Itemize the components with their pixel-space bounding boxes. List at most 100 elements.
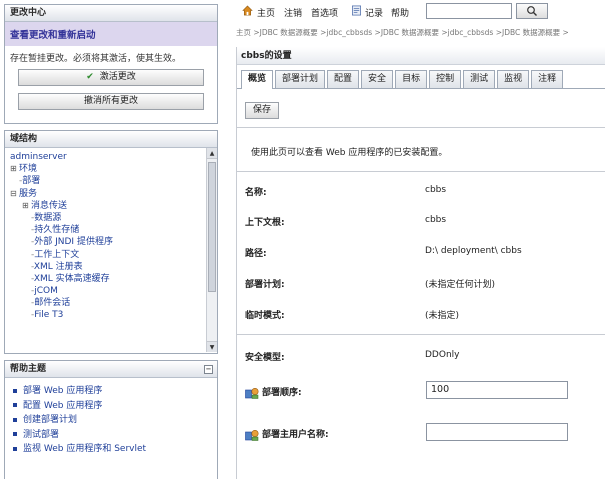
tree-item[interactable]: -jCOM	[10, 285, 217, 297]
security-model-label: 安全模型:	[245, 353, 285, 363]
tab-item[interactable]: 概览	[241, 70, 274, 89]
search-input[interactable]	[426, 3, 512, 19]
tree-item[interactable]: -部署	[10, 175, 217, 187]
help-topic-link[interactable]: 测试部署	[13, 428, 217, 443]
record-icon[interactable]	[351, 5, 362, 16]
activate-changes-button[interactable]: ✔ 激活更改	[18, 69, 204, 86]
settings-tabs: 概览 部署计划 配置 安全 目标 控制 测试 监视 注释	[237, 70, 605, 89]
help-topics-header: 帮助主题 −	[5, 361, 217, 378]
save-button[interactable]: 保存	[245, 102, 280, 119]
scroll-up-arrow-icon[interactable]: ▲	[207, 148, 217, 159]
deployment-principal-input[interactable]	[426, 423, 568, 441]
tree-item-label: 数据源	[34, 212, 62, 223]
tab-item[interactable]: 监视	[497, 70, 530, 88]
tab-item[interactable]: 注释	[531, 70, 564, 88]
domain-tree: adminserver ⊞ 环境 -部署 ⊟ 服务 ⊞ 消息传送 -数据源 -持久性存储 -外部 …	[5, 148, 217, 352]
home-link[interactable]: 主页	[257, 6, 275, 19]
top-nav-bar: 主页 注销 首选项 记录 帮助	[236, 2, 601, 22]
staging-mode-value: (未指定)	[425, 311, 460, 321]
tree-item[interactable]: -数据源	[10, 212, 217, 224]
tree-item[interactable]: ⊞ 环境	[10, 163, 217, 175]
tree-item[interactable]: -工作上下文	[10, 249, 217, 261]
tree-item[interactable]: ⊟ 服务	[10, 188, 217, 200]
help-topic-link[interactable]: 配置 Web 应用程序	[13, 399, 217, 414]
help-topic-link[interactable]: 部署 Web 应用程序	[13, 384, 217, 399]
scroll-thumb[interactable]	[208, 162, 216, 292]
help-topic-link[interactable]: 创建部署计划	[13, 413, 217, 428]
collapse-icon[interactable]: ⊟	[10, 188, 19, 200]
help-topic-link[interactable]: 监视 Web 应用程序和 Servlet	[13, 442, 217, 457]
tree-scrollbar[interactable]: ▲ ▼	[206, 148, 217, 352]
tab-item[interactable]: 安全	[361, 70, 394, 88]
tree-item-label: 外部 JNDI 提供程序	[34, 237, 113, 248]
change-center-title[interactable]: 查看更改和重新启动	[5, 22, 217, 46]
tree-item[interactable]: -持久性存储	[10, 224, 217, 236]
help-topics-list: 部署 Web 应用程序 配置 Web 应用程序 创建部署计划 测试部署监视 Web 应…	[5, 378, 217, 463]
deployment-order-label: 部署顺序:	[262, 388, 302, 398]
search-button[interactable]	[516, 3, 548, 19]
name-label: 名称:	[245, 188, 267, 198]
tree-item-label: 工作上下文	[34, 249, 80, 260]
change-center-header: 更改中心	[5, 5, 217, 22]
help-topic-label: 监视 Web 应用程序和 Servlet	[23, 444, 147, 454]
context-root-value: cbbs	[425, 215, 447, 225]
config-db-icon	[245, 429, 259, 441]
domain-structure-panel: 域结构 adminserver ⊞ 环境 -部署 ⊟ 服务 ⊞ 消息传送 -数据源 -持久性存储…	[4, 130, 218, 354]
checkmark-icon: ✔	[86, 72, 94, 82]
bullet-icon	[13, 403, 17, 407]
help-topic-label: 配置 Web 应用程序	[23, 400, 103, 411]
help-topic-label: 测试部署	[23, 429, 60, 440]
domain-structure-header: 域结构	[5, 131, 217, 148]
deployment-principal-label: 部署主用户名称:	[262, 430, 329, 440]
scroll-down-arrow-icon[interactable]: ▼	[207, 341, 217, 352]
tab-item[interactable]: 配置	[327, 70, 360, 88]
tree-item-label: File T3	[34, 310, 64, 321]
divider	[237, 334, 605, 335]
intro-text: 使用此页可以查看 Web 应用程序的已安装配置。	[251, 148, 448, 158]
tab-item[interactable]: 目标	[395, 70, 428, 88]
help-topics-panel: 帮助主题 − 部署 Web 应用程序 配置 Web 应用程序 创建部署计划 测试部署监…	[4, 360, 218, 479]
deployment-plan-label: 部署计划:	[245, 280, 285, 290]
bullet-icon	[13, 446, 17, 451]
staging-mode-label: 临时模式:	[245, 311, 285, 321]
search-icon	[527, 6, 537, 16]
deployment-order-input[interactable]: 100	[426, 381, 568, 399]
expand-icon[interactable]: ⊞	[22, 200, 31, 212]
undo-all-changes-label: 撤消所有更改	[83, 96, 138, 106]
tree-item-label: 消息传送	[31, 200, 68, 211]
help-link[interactable]: 帮助	[391, 6, 409, 19]
tree-item-label: 部署	[22, 176, 41, 187]
config-db-icon	[245, 387, 259, 399]
tree-root-adminserver[interactable]: adminserver	[10, 151, 217, 163]
tab-item[interactable]: 控制	[429, 70, 462, 88]
pending-changes-message: 存在暂挂更改。必须将其激活，使其生效。	[10, 54, 182, 64]
deployment-order-label-wrap: 部署顺序:	[245, 385, 415, 399]
expand-icon[interactable]: ⊞	[10, 163, 19, 175]
bullet-icon	[13, 417, 17, 422]
bullet-icon	[13, 388, 17, 393]
collapse-icon[interactable]: −	[204, 365, 213, 374]
tab-item[interactable]: 测试	[463, 70, 496, 88]
tree-item[interactable]: ⊞ 消息传送	[10, 200, 217, 212]
home-icon[interactable]	[242, 5, 253, 16]
activate-changes-label: 激活更改	[99, 72, 136, 82]
logout-link[interactable]: 注销	[284, 6, 302, 19]
tree-item[interactable]: -File T3	[10, 309, 217, 321]
divider	[237, 171, 605, 172]
breadcrumb[interactable]: 主页 >JDBC 数据源概要 >jdbc_cbbsds >JDBC 数据源概要 …	[236, 27, 605, 38]
tree-item-label: XML 实体高速缓存	[33, 273, 110, 284]
tree-item[interactable]: -外部 JNDI 提供程序	[10, 236, 217, 248]
undo-all-changes-button[interactable]: 撤消所有更改	[18, 93, 204, 110]
preferences-link[interactable]: 首选项	[311, 6, 338, 19]
tab-item[interactable]: 部署计划	[275, 70, 326, 88]
record-link[interactable]: 记录	[365, 6, 383, 19]
deployment-principal-label-wrap: 部署主用户名称:	[245, 427, 415, 441]
tree-item[interactable]: -XML 实体高速缓存	[10, 273, 217, 285]
tree-item[interactable]: -邮件会话	[10, 297, 217, 309]
help-topic-label: 创建部署计划	[23, 415, 78, 425]
deployment-plan-value: (未指定任何计划)	[425, 280, 496, 290]
divider	[237, 127, 605, 128]
tree-item[interactable]: -XML 注册表	[10, 261, 217, 273]
security-model-value: DDOnly	[425, 350, 460, 360]
name-value: cbbs	[425, 185, 447, 195]
